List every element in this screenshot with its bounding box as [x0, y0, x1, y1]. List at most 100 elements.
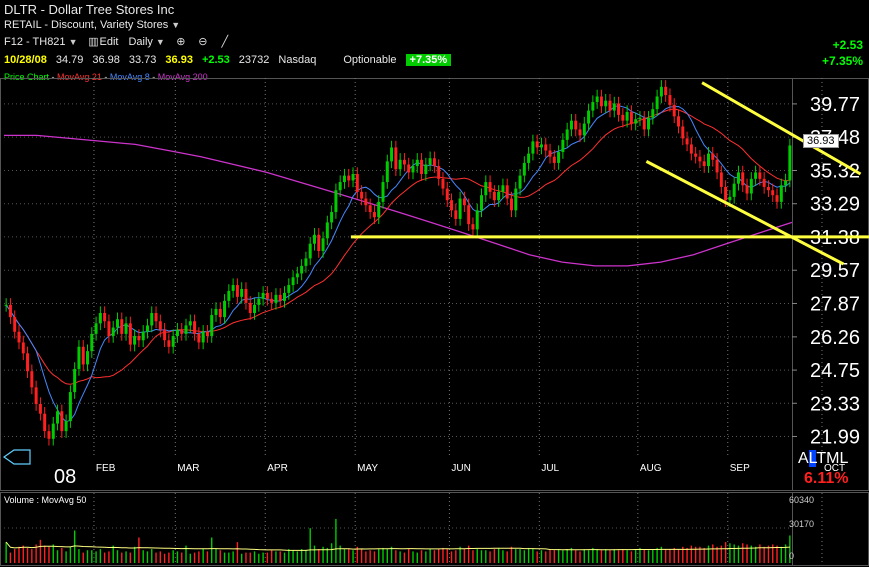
volume-bar: [9, 552, 12, 563]
candle: [591, 95, 595, 118]
candle: [788, 138, 792, 188]
volume-bar: [288, 549, 290, 563]
candle: [548, 143, 552, 164]
price-chart[interactable]: 08FEBMARAPRMAYJUNJULAUGSEPOCT39.7737.483…: [0, 0, 869, 567]
volume-bar: [416, 552, 418, 563]
candle: [595, 89, 599, 109]
volume-tick-zero: 0: [789, 551, 795, 561]
volume-bar: [82, 552, 84, 563]
volume-bar: [39, 539, 42, 563]
candle: [270, 292, 274, 310]
candle: [111, 320, 115, 343]
volume-bar: [18, 546, 20, 563]
volume-bar: [95, 551, 97, 563]
y-tick-label: 35.32: [810, 161, 860, 183]
volume-bar: [596, 549, 598, 563]
x-tick-label: FEB: [96, 463, 116, 474]
volume-bar: [236, 542, 239, 563]
volume-bar: [365, 551, 367, 563]
candle: [201, 325, 205, 350]
candle: [621, 108, 625, 128]
volume-bar: [159, 551, 162, 563]
volume-bar: [515, 549, 517, 563]
volume-bar: [133, 546, 136, 563]
candle: [402, 153, 406, 172]
volume-bar: [540, 550, 543, 563]
candle: [81, 340, 85, 372]
candle: [171, 329, 175, 354]
volume-bar: [408, 549, 410, 563]
volume-bar: [686, 547, 688, 563]
volume-bar: [754, 546, 757, 563]
volume-bar: [583, 549, 585, 563]
volume-bar: [26, 547, 29, 563]
volume-label: Volume : MovAvg 50: [4, 495, 87, 505]
volume-bar: [437, 549, 440, 563]
candle: [629, 105, 633, 131]
volume-bar: [249, 552, 251, 563]
volume-bar: [626, 550, 628, 563]
volume-bar: [652, 549, 654, 563]
candle: [304, 251, 308, 273]
volume-bar: [536, 551, 538, 563]
volume-bar: [245, 552, 247, 563]
candle: [544, 137, 548, 158]
volume-bar: [292, 550, 294, 563]
volume-bar: [433, 550, 436, 563]
candle: [668, 88, 672, 112]
volume-bar: [446, 549, 448, 563]
candle: [261, 286, 265, 306]
candle: [265, 286, 269, 306]
candle: [437, 159, 441, 186]
volume-bar: [266, 552, 269, 563]
candle: [223, 294, 227, 324]
volume-bar: [202, 549, 204, 563]
volume-bar: [103, 552, 106, 563]
volume-bar: [609, 550, 611, 563]
volume-bar: [283, 552, 286, 563]
candle: [295, 266, 299, 285]
candle: [47, 424, 51, 446]
x-tick-label: AUG: [640, 463, 662, 474]
candle: [702, 154, 706, 173]
candle: [428, 151, 432, 172]
volume-bar: [587, 550, 590, 563]
candle: [484, 175, 488, 202]
ma200-line: [4, 134, 793, 267]
candle: [677, 109, 681, 134]
candle: [587, 103, 591, 131]
candle: [64, 414, 68, 438]
volume-tick-mid: 30170: [789, 519, 815, 529]
volume-bar: [176, 551, 179, 563]
volume-bar: [497, 547, 500, 563]
candle: [184, 318, 188, 341]
candle: [698, 149, 702, 169]
candle: [432, 151, 436, 173]
candle: [38, 397, 42, 421]
x-tick-label: JUL: [541, 463, 559, 474]
candle: [617, 96, 621, 122]
volume-bar: [262, 552, 264, 563]
candle: [655, 89, 659, 116]
volume-bar: [605, 549, 607, 563]
candle: [522, 156, 526, 183]
volume-bar: [211, 537, 213, 563]
volume-bar: [48, 546, 50, 563]
altml-pct: 6.11%: [804, 470, 849, 487]
candle: [244, 282, 248, 310]
volume-bar: [86, 550, 89, 563]
volume-bar: [14, 549, 16, 563]
candle: [647, 111, 651, 137]
volume-bar: [634, 549, 637, 563]
candle: [719, 165, 723, 194]
volume-bar: [61, 547, 63, 563]
volume-bar: [155, 552, 157, 563]
candle: [107, 314, 111, 343]
volume-bar: [412, 551, 414, 563]
volume-bar: [73, 530, 76, 563]
candle: [342, 168, 346, 189]
volume-bar: [228, 552, 230, 563]
y-tick-label: 24.75: [810, 360, 860, 382]
candle: [128, 316, 132, 352]
candle: [214, 302, 218, 322]
